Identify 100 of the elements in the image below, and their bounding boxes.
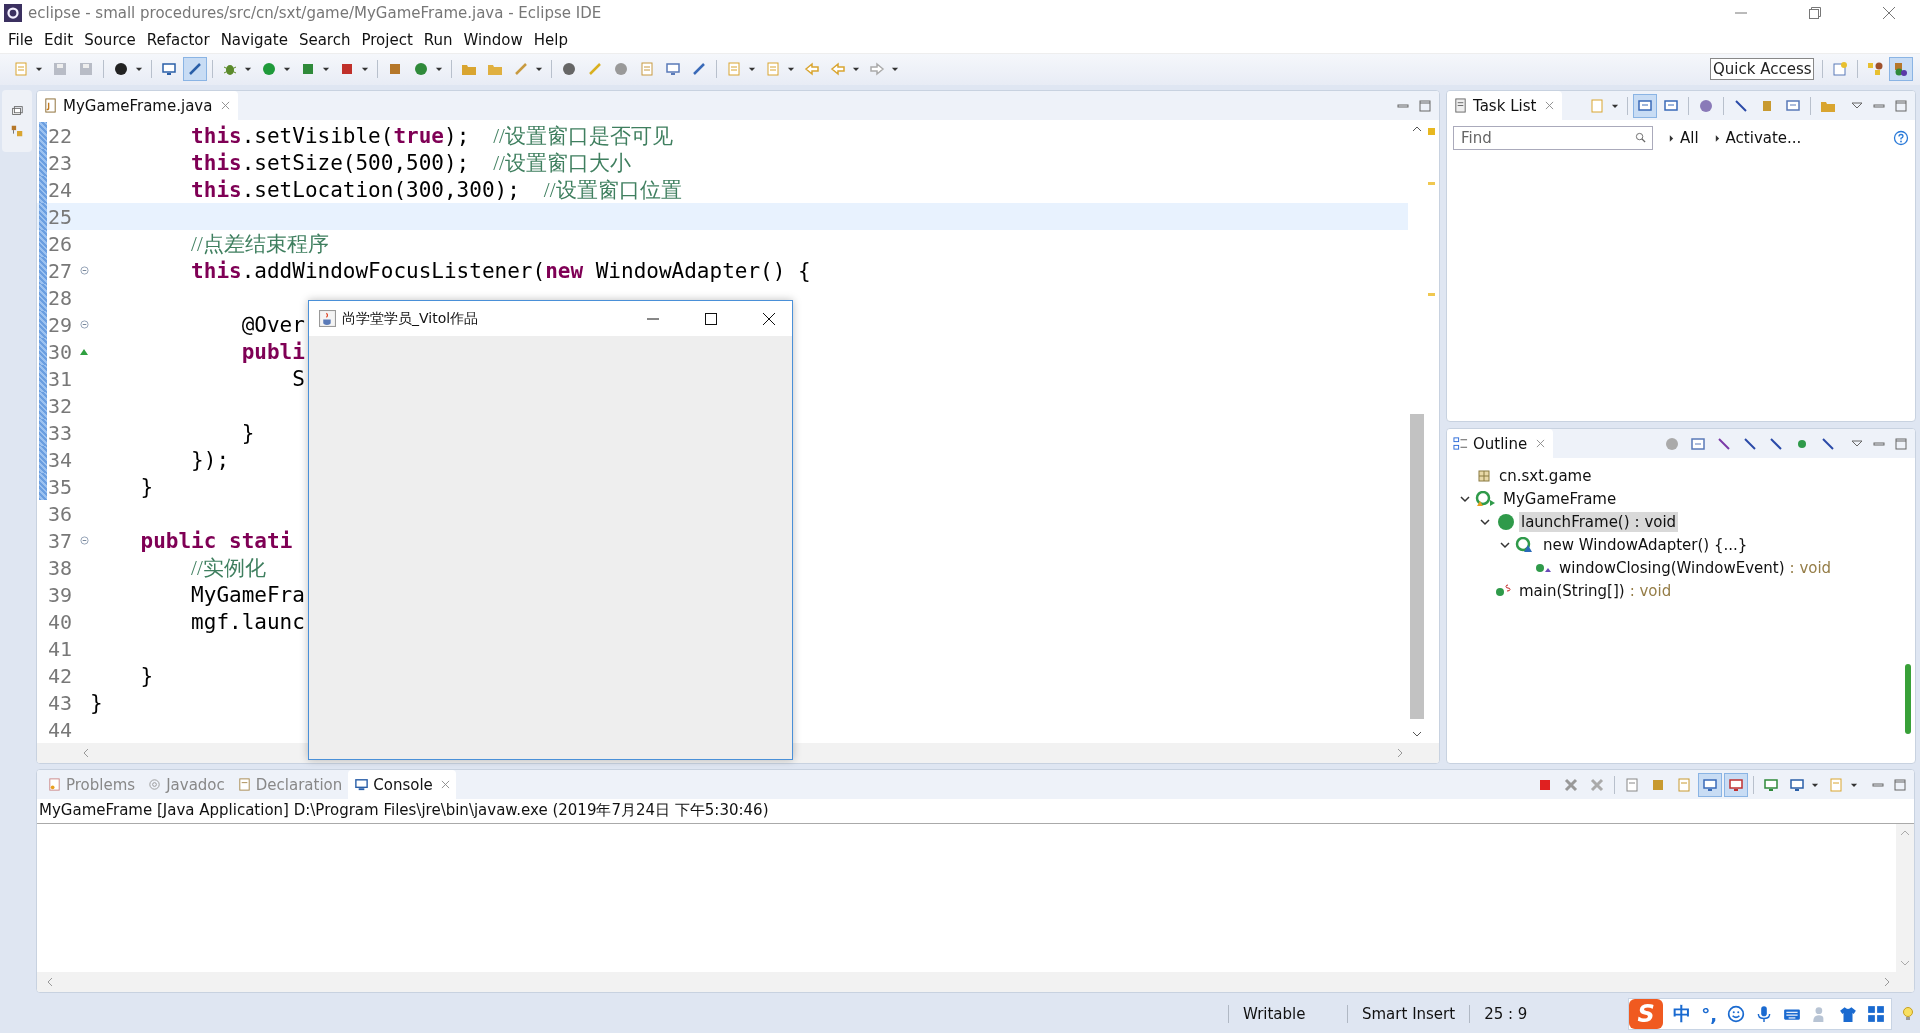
smiley-icon[interactable] <box>1727 1005 1745 1023</box>
line-number: 27 <box>47 258 74 283</box>
menu-item[interactable]: Search <box>293 28 357 51</box>
close-icon[interactable] <box>762 311 776 326</box>
fold-icon[interactable] <box>79 320 89 329</box>
code-line: mgf.launc <box>191 609 305 634</box>
fold-icon[interactable] <box>79 266 89 275</box>
line-number: 38 <box>47 555 74 580</box>
expand-arrow-icon[interactable] <box>1714 133 1720 143</box>
outline-icon <box>1453 436 1468 451</box>
line-number: 37 <box>47 528 74 553</box>
scroll-down-icon[interactable] <box>1411 729 1422 739</box>
line-number: 36 <box>47 501 74 526</box>
microphone-icon[interactable] <box>1755 1005 1773 1023</box>
line-number: 44 <box>47 717 74 742</box>
code-line: publi <box>241 339 305 364</box>
menu-item[interactable]: Run <box>418 28 459 51</box>
lightbulb-icon[interactable] <box>1902 1006 1914 1022</box>
shirt-icon[interactable] <box>1839 1005 1857 1023</box>
code-line: }); <box>191 447 230 472</box>
code-comment: //点差结束程序 <box>191 230 329 258</box>
console-title: MyGameFrame [Java Application] D:\Program Files\jre\bin\javaw.exe (2019年7月24日 下午5:30:46) <box>37 799 1914 824</box>
outline-item[interactable]: MyGameFrame <box>1501 488 1619 509</box>
filter-link[interactable]: Activate... <box>1725 129 1802 147</box>
code-line: } <box>90 690 103 715</box>
window-title: eclipse - small procedures/src/cn/sxt/game/MyGameFrame.java - Eclipse IDE <box>28 4 602 23</box>
ime-mode[interactable]: 中 <box>1673 1002 1692 1026</box>
restore-icon[interactable] <box>10 104 24 118</box>
task-list-icon <box>1453 98 1468 113</box>
outline-tab[interactable]: Outline <box>1447 429 1554 458</box>
view-tab[interactable]: Console <box>348 770 456 799</box>
declaration-icon <box>236 777 252 792</box>
java-file-icon <box>43 98 58 113</box>
problems-icon <box>47 777 62 792</box>
menu-item[interactable]: Source <box>79 28 142 51</box>
line-number: 39 <box>47 582 74 607</box>
occurrence-marker[interactable] <box>1428 182 1435 185</box>
code-line: } <box>241 420 255 445</box>
expand-arrow-icon[interactable] <box>1669 133 1674 143</box>
outline-item[interactable]: launchFrame() : void <box>1519 511 1679 532</box>
line-number: 31 <box>47 366 74 391</box>
code-line: } <box>140 474 154 499</box>
line-number: 33 <box>47 420 74 445</box>
task-list-tab[interactable]: Task List <box>1447 91 1563 120</box>
eclipse-icon <box>4 4 22 23</box>
occurrence-marker[interactable] <box>1428 293 1435 296</box>
line-number: 29 <box>47 312 74 337</box>
static-method-icon <box>1495 582 1513 599</box>
code-line: } <box>140 663 154 688</box>
method-icon <box>1497 513 1515 530</box>
scroll-right-icon[interactable] <box>1882 977 1892 987</box>
code-line: this.setSize(500,500); <box>191 150 470 175</box>
line-number: 25 <box>47 204 74 229</box>
scrollbar-thumb[interactable] <box>1905 664 1911 734</box>
scrollbar-thumb[interactable] <box>1409 414 1424 719</box>
outline-item[interactable]: main(String[]) : void <box>1517 580 1674 601</box>
menu-item[interactable]: Refactor <box>141 28 216 51</box>
status-field: 25 : 9 <box>1469 1005 1589 1023</box>
outline-item[interactable]: new WindowAdapter() {...} <box>1541 534 1750 555</box>
console-icon <box>354 777 370 792</box>
quick-access-field[interactable]: Quick Access <box>1710 58 1814 81</box>
line-number: 40 <box>47 609 74 634</box>
outline-item[interactable]: windowClosing(WindowEvent) : void <box>1557 557 1834 578</box>
find-field[interactable]: Find <box>1453 126 1653 150</box>
menu-item[interactable]: Window <box>458 28 529 51</box>
filter-link[interactable]: All <box>1680 129 1699 147</box>
menu-item[interactable]: Edit <box>39 28 80 51</box>
code-line: public stati <box>140 528 293 553</box>
code-comment: //设置窗口位置 <box>543 176 682 204</box>
restore-icon[interactable] <box>1808 6 1822 21</box>
line-number: 26 <box>47 231 74 256</box>
outline-item[interactable]: cn.sxt.game <box>1497 465 1594 486</box>
at-sign-icon <box>147 777 163 792</box>
menu-item[interactable]: File <box>3 28 40 51</box>
line-number: 24 <box>47 177 74 202</box>
fold-icon[interactable] <box>79 536 89 545</box>
line-number: 32 <box>47 393 74 418</box>
code-comment: //设置窗口是否可见 <box>493 122 673 150</box>
scroll-up-icon[interactable] <box>1411 124 1422 134</box>
punctuation-toggle[interactable]: °, <box>1701 1003 1717 1025</box>
menu-item[interactable]: Navigate <box>215 28 294 51</box>
scroll-left-icon[interactable] <box>45 977 55 987</box>
editor-tab[interactable]: MyGameFrame.java <box>37 91 239 120</box>
code-comment: //设置窗口大小 <box>493 149 631 177</box>
line-number: 35 <box>47 474 74 499</box>
warning-marker[interactable] <box>1428 128 1435 135</box>
line-number: 28 <box>47 285 74 310</box>
line-number: 41 <box>47 636 74 661</box>
maximize-icon[interactable] <box>704 311 718 326</box>
scroll-right-icon[interactable] <box>1395 748 1405 758</box>
menu-item[interactable]: Help <box>528 28 574 51</box>
status-field: Smart Insert <box>1347 1005 1470 1023</box>
java-cup-icon <box>319 310 336 327</box>
menu-item[interactable]: Project <box>356 28 419 51</box>
code-line: S <box>292 366 305 391</box>
code-line: this.setVisible(true); <box>191 123 470 148</box>
scroll-left-icon[interactable] <box>81 748 91 758</box>
package-explorer-icon[interactable] <box>10 124 24 138</box>
grid-icon[interactable] <box>1867 1005 1885 1023</box>
help-icon[interactable] <box>1893 130 1909 146</box>
